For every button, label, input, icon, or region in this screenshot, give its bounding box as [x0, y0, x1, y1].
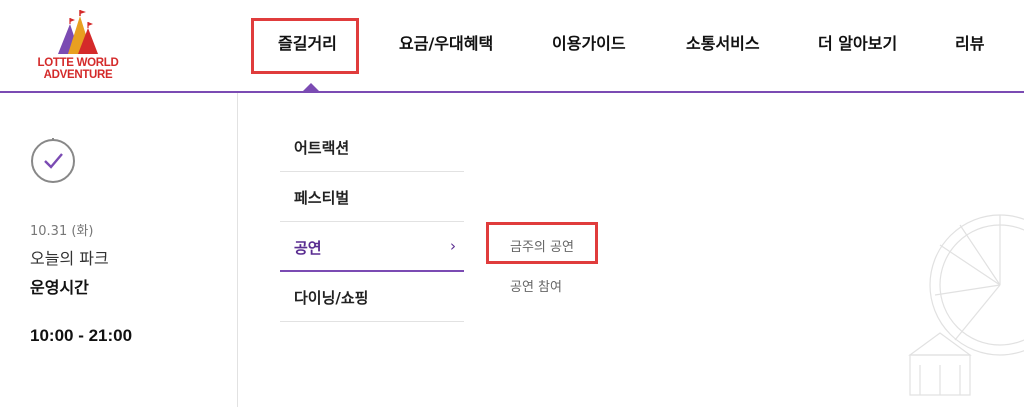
nav-item-pricing[interactable]: 요금/우대혜택 [399, 30, 493, 54]
nav-item-more[interactable]: 더 알아보기 [818, 30, 897, 54]
logo-text: LOTTE WORLD ADVENTURE [22, 57, 134, 81]
nav-item-communication[interactable]: 소통서비스 [686, 30, 760, 54]
logo-line-1: LOTTE WORLD [37, 57, 119, 69]
nav-item-attractions[interactable]: 즐길거리 [278, 30, 337, 54]
park-info-panel: 10.31 (화) 오늘의 파크 운영시간 10:00 - 21:00 [0, 93, 238, 407]
submenu-item-dining-shopping[interactable]: 다이닝/쇼핑 [280, 272, 464, 322]
castle-logo-icon [58, 10, 98, 54]
logo-line-2: ADVENTURE [43, 69, 113, 81]
ferris-wheel-illustration-icon [908, 214, 1024, 396]
submenu-label: 공연 [294, 239, 322, 257]
park-today-label: 오늘의 파크 [30, 249, 109, 268]
submenu-label: 페스티벌 [294, 189, 350, 207]
today-date: 10.31 (화) [30, 224, 94, 239]
logo[interactable]: LOTTE WORLD ADVENTURE [22, 10, 134, 84]
site-header: LOTTE WORLD ADVENTURE 즐길거리 요금/우대혜택 이용가이드… [0, 0, 1024, 93]
operating-hours: 10:00 - 21:00 [30, 326, 133, 345]
submenu-item-festival[interactable]: 페스티벌 [280, 172, 464, 222]
operating-hours-label: 운영시간 [30, 278, 89, 297]
submenu-item-shows[interactable]: 공연 › [280, 222, 464, 272]
sub-menu: 어트랙션 페스티벌 공연 › 다이닝/쇼핑 [280, 122, 464, 322]
submenu-item-attractions[interactable]: 어트랙션 [280, 122, 464, 172]
nav-item-review[interactable]: 리뷰 [955, 30, 984, 54]
chevron-right-icon: › [450, 237, 456, 255]
third-menu-item-show-participation[interactable]: 공연 참여 [510, 276, 562, 295]
submenu-label: 다이닝/쇼핑 [294, 289, 369, 307]
submenu-label: 어트랙션 [294, 139, 350, 157]
clock-icon [31, 138, 75, 183]
nav-item-guide[interactable]: 이용가이드 [552, 30, 626, 54]
third-menu-item-weekly-shows[interactable]: 금주의 공연 [510, 236, 574, 255]
